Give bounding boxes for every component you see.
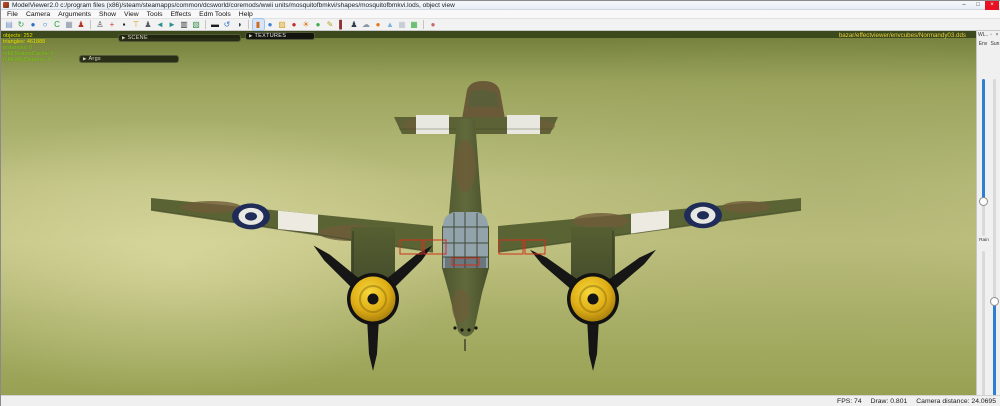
sun-slider-fill	[993, 301, 996, 406]
rain-slider-track[interactable]	[982, 251, 985, 406]
minimize-button[interactable]: –	[957, 1, 971, 10]
sun-slider-label: Sun	[990, 41, 1000, 47]
add-object-icon[interactable]: +	[107, 19, 118, 30]
green-grid-icon[interactable]: ▦	[409, 19, 420, 30]
model-figure-icon[interactable]: ♟	[76, 19, 87, 30]
antenna-icon[interactable]: ⊤	[131, 19, 142, 30]
dark-figure-icon[interactable]: ♟	[349, 19, 360, 30]
sphere-view-icon[interactable]: ●	[28, 19, 39, 30]
draw-time-value: Draw: 0.801	[870, 398, 908, 405]
toolbar-separator	[248, 20, 249, 29]
menu-edm-tools[interactable]: Edm Tools	[195, 10, 235, 19]
green-light-icon[interactable]: ●	[313, 19, 324, 30]
sun-icon[interactable]: ☀	[301, 19, 312, 30]
aircraft-model[interactable]	[1, 31, 976, 395]
scene-panel-label: SCENE	[127, 35, 148, 41]
texture-grid-icon[interactable]: ▥	[179, 19, 190, 30]
edit-icon[interactable]: ✎	[325, 19, 336, 30]
status-bar: FPS: 74 Draw: 0.801 Camera distance: 24.…	[1, 395, 1000, 406]
menu-view[interactable]: View	[120, 10, 143, 19]
sun-slider-handle[interactable]	[990, 297, 999, 307]
light-grid-icon[interactable]: ▦	[397, 19, 408, 30]
args-panel-label: Args	[88, 56, 101, 62]
menu-bar: File Camera Arguments Show View Tools Effects E…	[1, 10, 1000, 19]
expander-icon: ▶	[83, 56, 87, 61]
menu-tools[interactable]: Tools	[143, 10, 167, 19]
toolbar: ▤ ↻ ● ○ C ▦ ♟ ♙ + ▪ ⊤ ♟ ◄ ► ▥ ▧ ▬ ↺ ◑ ▮ ● ▨ ● ☀ ● ✎ ▌ ♟ ☁ ● ▲ ▦ ▦ ●	[1, 18, 1000, 31]
menu-file[interactable]: File	[3, 10, 22, 19]
thermometer-icon[interactable]: ▌	[337, 19, 348, 30]
disable-icon[interactable]: ●	[428, 19, 439, 30]
spinner-left	[347, 273, 399, 325]
maximize-button[interactable]: □	[971, 1, 985, 10]
toolbar-separator	[90, 20, 91, 29]
arrow-left-icon[interactable]: ◄	[155, 19, 166, 30]
scene-panel-header[interactable]: ▶ SCENE	[118, 34, 241, 42]
rain-slider-label: Rain	[979, 238, 989, 243]
open-model-icon[interactable]: ▤	[4, 19, 15, 30]
env-slider-fill	[982, 79, 985, 202]
close-button[interactable]: ×	[985, 0, 999, 10]
folder-icon[interactable]: ▨	[277, 19, 288, 30]
tail-section	[394, 81, 558, 134]
fuselage	[442, 119, 489, 351]
env-slider-label: Env	[978, 41, 988, 47]
args-panel-header[interactable]: ▶ Args	[79, 55, 179, 63]
tree-icon[interactable]: ▲	[385, 19, 396, 30]
camera-distance-value: Camera distance: 24.0695	[916, 398, 996, 405]
record-icon[interactable]: ●	[289, 19, 300, 30]
textures-panel-label: TEXTURES	[254, 33, 287, 39]
reload-textures-icon[interactable]: C	[52, 19, 63, 30]
bar-chart-icon[interactable]: ▮	[251, 18, 265, 31]
orbit-icon[interactable]: ◑	[234, 19, 245, 30]
monitor-icon[interactable]: ▪	[119, 19, 130, 30]
rotate-ccw-icon[interactable]: ↺	[222, 19, 233, 30]
menu-arguments[interactable]: Arguments	[54, 10, 95, 19]
circle-outline-icon[interactable]: ○	[40, 19, 51, 30]
roundel-left	[232, 203, 270, 230]
textures-panel-header[interactable]: ▶ TEXTURES	[245, 32, 315, 40]
sun-slider[interactable]	[990, 79, 999, 406]
sidebar-title: WL..	[978, 32, 988, 38]
fps-value: FPS: 74	[837, 398, 862, 405]
wing-stripe-right	[631, 210, 669, 234]
palette-icon[interactable]: ▧	[191, 19, 202, 30]
arrow-right-icon[interactable]: ►	[167, 19, 178, 30]
cloud-icon[interactable]: ☁	[361, 19, 372, 30]
sidebar-title-bar[interactable]: WL.. ▫ ×	[977, 31, 1000, 39]
toolbar-separator	[205, 20, 206, 29]
toolbar-separator	[423, 20, 424, 29]
window-title: ModelViewer2.0 c:/program files (x86)/st…	[12, 1, 455, 9]
roundel-right	[684, 202, 722, 229]
spinner-right	[567, 273, 619, 325]
orange-ball-icon[interactable]: ●	[373, 19, 384, 30]
grid-view-icon[interactable]: ▦	[64, 19, 75, 30]
screen-icon[interactable]: ▬	[210, 19, 221, 30]
env-slider[interactable]	[979, 79, 988, 236]
env-slider-handle[interactable]	[979, 197, 988, 207]
cockpit-canopy	[443, 212, 488, 268]
menu-effects[interactable]: Effects	[167, 10, 196, 19]
menu-help[interactable]: Help	[235, 10, 257, 19]
sidebar-close-button[interactable]: ×	[994, 32, 1000, 38]
env-cubemap-path: bazar/effectviewer/envcubes/Normandy03.d…	[838, 32, 966, 39]
render-stats-overlay: objects: 252 triangles: 461888 instances: …	[3, 33, 54, 63]
menu-camera[interactable]: Camera	[22, 10, 54, 19]
expander-icon: ▶	[122, 35, 126, 40]
walk-mode-icon[interactable]: ♙	[95, 19, 106, 30]
expander-icon: ▶	[249, 33, 253, 38]
pilot-figure-icon[interactable]: ♟	[143, 19, 154, 30]
stat-line: mFillsByDistance: 0	[3, 57, 52, 63]
reload-model-icon[interactable]: ↻	[16, 19, 27, 30]
lighting-sidebar: WL.. ▫ × Env Sun Rain	[976, 31, 1000, 406]
blue-dot-icon[interactable]: ●	[265, 19, 276, 30]
menu-show[interactable]: Show	[95, 10, 120, 19]
app-icon	[3, 2, 9, 8]
viewport-3d[interactable]: objects: 252 triangles: 461888 instances: …	[1, 31, 976, 395]
rain-slider[interactable]	[979, 251, 988, 406]
